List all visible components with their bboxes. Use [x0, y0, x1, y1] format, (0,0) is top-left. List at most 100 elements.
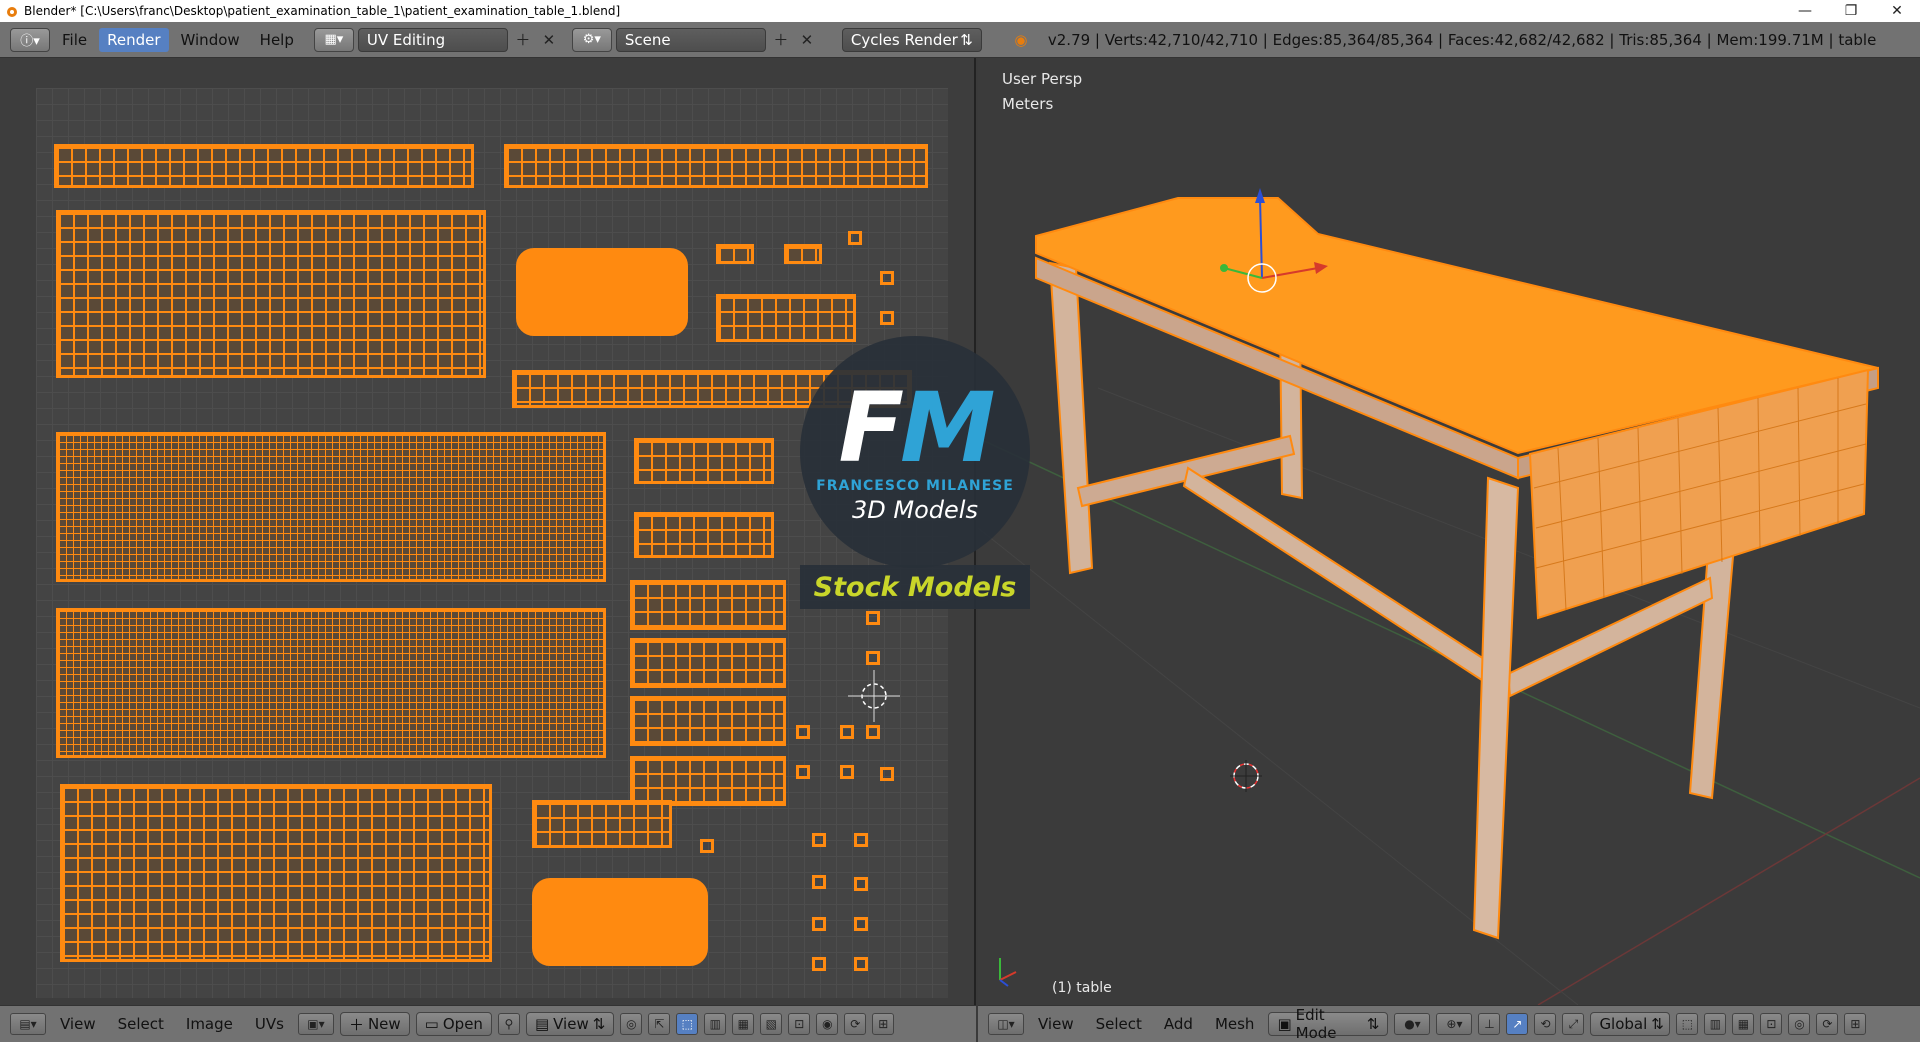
- uv-island[interactable]: [504, 144, 928, 188]
- uv-menu-select[interactable]: Select: [110, 1012, 172, 1036]
- uv-island[interactable]: [812, 917, 826, 931]
- translate-icon[interactable]: ↗: [1506, 1013, 1529, 1035]
- proportional-edit-icon[interactable]: ◉: [816, 1013, 839, 1035]
- uv-island[interactable]: [56, 608, 606, 758]
- vertex-select-icon[interactable]: ⬚: [676, 1013, 699, 1035]
- pivot-point-icon[interactable]: ⊕▾: [1436, 1013, 1473, 1035]
- rotate-icon[interactable]: ⟲: [1534, 1013, 1557, 1035]
- uv-island[interactable]: [854, 957, 868, 971]
- vp-menu-mesh[interactable]: Mesh: [1207, 1012, 1263, 1036]
- uv-island[interactable]: [60, 784, 492, 962]
- uv-island[interactable]: [634, 438, 774, 484]
- menu-render[interactable]: Render: [99, 27, 169, 52]
- viewport-editor-type-icon[interactable]: ◫▾: [988, 1013, 1024, 1035]
- 3d-viewport[interactable]: User Persp Meters (1) table: [978, 58, 1920, 1005]
- snap-icon[interactable]: ⟳: [844, 1013, 867, 1035]
- 3d-cursor-icon[interactable]: [1230, 760, 1262, 792]
- uv-island[interactable]: [532, 878, 708, 966]
- edge-select-icon[interactable]: ▥: [704, 1013, 727, 1035]
- scene-render[interactable]: [978, 58, 1920, 1005]
- menu-file[interactable]: File: [54, 28, 95, 52]
- pin-icon[interactable]: ⚲: [497, 1013, 520, 1035]
- uv-image-editor[interactable]: [0, 58, 976, 1005]
- scene-icon[interactable]: ⚙▾: [571, 27, 612, 52]
- remove-scene-icon[interactable]: ✕: [796, 29, 818, 51]
- 2d-cursor-icon[interactable]: [848, 670, 900, 722]
- uv-island[interactable]: [516, 248, 688, 336]
- info-editor-type-icon[interactable]: ⓘ▾: [10, 27, 50, 52]
- scale-icon[interactable]: ⤢: [1562, 1013, 1585, 1035]
- edge-mode-icon[interactable]: ▥: [1704, 1013, 1727, 1035]
- uv-island[interactable]: [532, 800, 672, 848]
- proportional-editing-icon[interactable]: ◎: [1788, 1013, 1811, 1035]
- uv-island[interactable]: [812, 957, 826, 971]
- uv-island[interactable]: [56, 432, 606, 582]
- uv-island[interactable]: [630, 756, 786, 806]
- uv-island[interactable]: [634, 512, 774, 558]
- uv-island[interactable]: [880, 767, 894, 781]
- remove-layout-icon[interactable]: ✕: [538, 29, 560, 51]
- uv-island[interactable]: [700, 839, 714, 853]
- uv-menu-uvs[interactable]: UVs: [247, 1012, 292, 1036]
- shading-icon[interactable]: ●▾: [1394, 1013, 1431, 1035]
- vp-menu-select[interactable]: Select: [1088, 1012, 1150, 1036]
- render-engine-dropdown[interactable]: Cycles Render ⇅: [841, 27, 982, 52]
- uv-island[interactable]: [716, 244, 754, 264]
- sync-selection-icon[interactable]: ⇱: [648, 1013, 671, 1035]
- face-select-icon[interactable]: ▦: [732, 1013, 755, 1035]
- menu-window[interactable]: Window: [173, 28, 248, 52]
- open-image-button[interactable]: ▭ Open: [415, 1012, 492, 1036]
- uv-island[interactable]: [840, 725, 854, 739]
- uv-island[interactable]: [854, 877, 868, 891]
- uv-canvas[interactable]: [36, 88, 948, 998]
- scene-field[interactable]: Scene: [615, 27, 766, 52]
- close-button[interactable]: ✕: [1874, 0, 1920, 22]
- snapping-icon[interactable]: ⟳: [1816, 1013, 1839, 1035]
- uv-island[interactable]: [716, 294, 856, 342]
- editor-type-icon[interactable]: ▤▾: [10, 1013, 46, 1035]
- uv-menu-image[interactable]: Image: [178, 1012, 241, 1036]
- uv-island[interactable]: [880, 271, 894, 285]
- uv-island[interactable]: [866, 725, 880, 739]
- sticky-select-icon[interactable]: ⊡: [788, 1013, 811, 1035]
- uv-island[interactable]: [796, 725, 810, 739]
- add-layout-icon[interactable]: ＋: [512, 29, 534, 51]
- mode-dropdown[interactable]: ▣ Edit Mode ⇅: [1268, 1006, 1389, 1042]
- vp-menu-view[interactable]: View: [1030, 1012, 1082, 1036]
- island-select-icon[interactable]: ▧: [760, 1013, 783, 1035]
- uv-island[interactable]: [840, 765, 854, 779]
- face-mode-icon[interactable]: ▦: [1732, 1013, 1755, 1035]
- uv-island[interactable]: [56, 210, 486, 378]
- uv-island[interactable]: [630, 580, 786, 630]
- layout-field[interactable]: UV Editing: [357, 27, 508, 52]
- examination-table-mesh[interactable]: [1035, 197, 1879, 940]
- add-scene-icon[interactable]: ＋: [770, 29, 792, 51]
- uv-island[interactable]: [812, 875, 826, 889]
- uv-island[interactable]: [796, 765, 810, 779]
- uv-island[interactable]: [812, 833, 826, 847]
- vp-menu-add[interactable]: Add: [1156, 1012, 1201, 1036]
- vertex-mode-icon[interactable]: ⬚: [1676, 1013, 1699, 1035]
- snap-element-icon[interactable]: ⊞: [872, 1013, 895, 1035]
- maximize-button[interactable]: ❐: [1828, 0, 1874, 22]
- uv-island[interactable]: [866, 611, 880, 625]
- snap-target-icon[interactable]: ⊞: [1844, 1013, 1867, 1035]
- uv-island[interactable]: [854, 917, 868, 931]
- menu-help[interactable]: Help: [252, 28, 302, 52]
- manipulator-toggle-icon[interactable]: ⊥: [1478, 1013, 1501, 1035]
- pivot-icon[interactable]: ◎: [620, 1013, 643, 1035]
- minimize-button[interactable]: —: [1782, 0, 1828, 22]
- uv-menu-view[interactable]: View: [52, 1012, 104, 1036]
- new-image-button[interactable]: ＋ New: [339, 1012, 410, 1036]
- view-mode-dropdown[interactable]: ▤ View ⇅: [525, 1012, 615, 1036]
- uv-island[interactable]: [866, 651, 880, 665]
- uv-island[interactable]: [854, 833, 868, 847]
- layout-icon[interactable]: ▦▾: [313, 27, 354, 52]
- image-browse-icon[interactable]: ▣▾: [297, 1013, 334, 1035]
- uv-island[interactable]: [848, 231, 862, 245]
- orientation-dropdown[interactable]: Global ⇅: [1590, 1012, 1671, 1036]
- occlude-geometry-icon[interactable]: ⊡: [1760, 1013, 1783, 1035]
- uv-island[interactable]: [784, 244, 822, 264]
- uv-island[interactable]: [54, 144, 474, 188]
- uv-island[interactable]: [630, 696, 786, 746]
